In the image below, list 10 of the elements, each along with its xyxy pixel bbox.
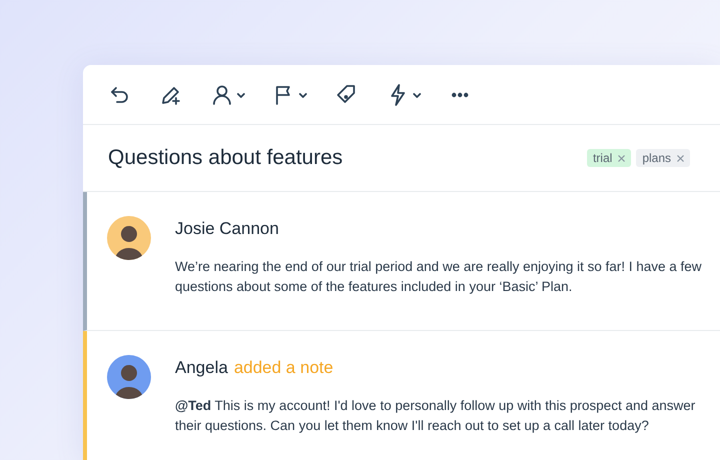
- remove-icon[interactable]: [618, 154, 626, 162]
- note-label: added a note: [234, 358, 334, 378]
- conversation-title: Questions about features: [108, 146, 343, 170]
- remove-icon[interactable]: [677, 154, 684, 162]
- tag-label: trial: [592, 151, 612, 165]
- message-text: @Ted This is my account! I'd love to personally follow up with this prospect and answer their questions. Can you let them know I'll reach out to set up a call later today?: [175, 397, 696, 435]
- author-name: Angela: [175, 358, 228, 378]
- author-name: Josie Cannon: [175, 219, 279, 239]
- tag-label: plans: [642, 151, 671, 165]
- message-text: We’re nearing the end of our trial period and we are really enjoying it so far! I have a few questions about some of the features included in your ‘Basic’ Plan.: [175, 258, 702, 296]
